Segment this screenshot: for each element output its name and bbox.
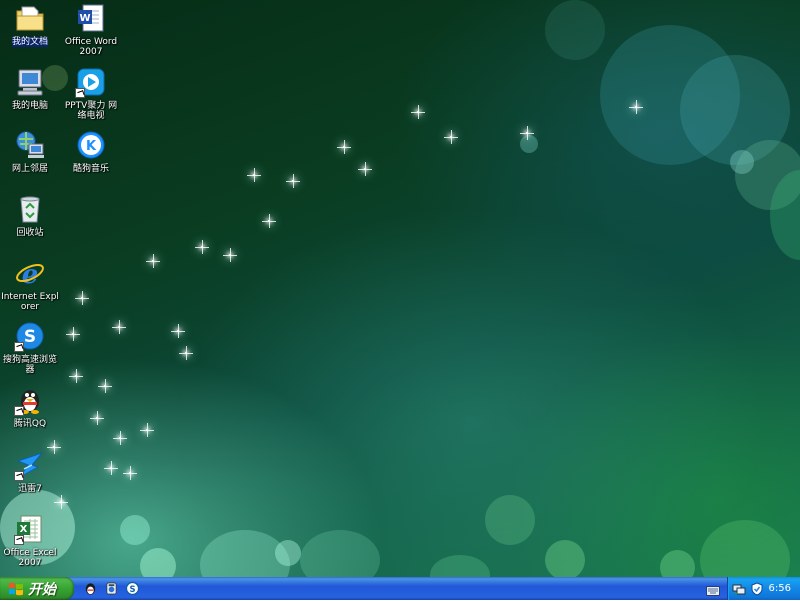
desktop-icon-sogou-browser[interactable]: S 搜狗高速浏览器 — [0, 320, 60, 375]
sparkle — [171, 324, 185, 338]
excel-icon: X — [14, 513, 46, 545]
shortcut-arrow-icon — [14, 406, 24, 416]
qq-icon — [14, 384, 46, 416]
desktop-icon-my-computer[interactable]: 我的电脑 — [0, 66, 60, 111]
sparkle — [195, 240, 209, 254]
wallpaper-bokeh — [545, 540, 585, 577]
windows-logo-icon — [9, 582, 23, 595]
desktop-icon-xunlei[interactable]: 迅雷7 — [0, 449, 60, 494]
sparkle — [98, 379, 112, 393]
sparkle — [262, 214, 276, 228]
sparkle — [123, 466, 137, 480]
sparkle — [179, 346, 193, 360]
desktop-icon-network-places[interactable]: 网上邻居 — [0, 129, 60, 174]
desktop-icon-label: 酷狗音乐 — [72, 164, 109, 174]
wallpaper-bokeh — [140, 548, 176, 577]
desktop-icon-excel[interactable]: X Office Excel 2007 — [0, 513, 60, 568]
desktop-icon-label: 迅雷7 — [18, 484, 42, 494]
desktop-icon-label: Internet Explorer — [1, 292, 59, 312]
sparkle — [337, 140, 351, 154]
desktop-icon-qq[interactable]: 腾讯QQ — [0, 384, 60, 429]
wallpaper-bokeh — [700, 520, 790, 577]
clock[interactable]: 6:56 — [769, 583, 791, 594]
wallpaper-bokeh — [430, 555, 490, 577]
svg-text:S: S — [129, 584, 135, 594]
sparkle — [54, 495, 68, 509]
desktop-icon-label: Office Excel 2007 — [3, 548, 57, 568]
sparkle — [75, 291, 89, 305]
desktop-icon-recycle-bin[interactable]: 回收站 — [0, 193, 60, 238]
quicklaunch-sogou-browser-icon[interactable]: S — [124, 580, 141, 597]
sparkle — [444, 130, 458, 144]
shortcut-arrow-icon — [75, 88, 85, 98]
desktop-icon-my-documents[interactable]: 我的文档 — [0, 2, 60, 47]
sparkle — [286, 174, 300, 188]
wallpaper-bokeh — [120, 515, 150, 545]
sparkle — [66, 327, 80, 341]
recycle-bin-icon — [14, 193, 46, 225]
xunlei-icon — [14, 449, 46, 481]
sparkle — [223, 248, 237, 262]
my-computer-icon — [14, 66, 46, 98]
sparkle — [112, 320, 126, 334]
desktop-icon-label: 回收站 — [16, 228, 44, 238]
sparkle — [69, 369, 83, 383]
desktop-icon-label: 网上邻居 — [11, 164, 48, 174]
sparkle — [247, 168, 261, 182]
sparkle — [146, 254, 160, 268]
sparkle — [629, 100, 643, 114]
sparkle — [104, 461, 118, 475]
keyboard-indicator-icon[interactable] — [706, 582, 720, 596]
quicklaunch-media-player-icon[interactable] — [103, 580, 120, 597]
wallpaper-bokeh — [300, 530, 380, 577]
sparkle — [411, 105, 425, 119]
svg-text:S: S — [24, 327, 36, 347]
desktop-icon-word[interactable]: W Office Word 2007 — [61, 2, 121, 57]
word-icon: W — [75, 2, 107, 34]
sparkle — [140, 423, 154, 437]
kugou-icon: K — [75, 129, 107, 161]
system-tray: 6:56 — [727, 577, 800, 600]
desktop-icon-label: PPTV聚力 网络电视 — [64, 101, 118, 121]
wallpaper-bokeh — [520, 135, 538, 153]
sparkle — [358, 162, 372, 176]
sparkle — [47, 440, 61, 454]
quicklaunch-qq-icon[interactable] — [82, 580, 99, 597]
my-documents-icon — [14, 2, 46, 34]
shortcut-arrow-icon — [14, 342, 24, 352]
desktop-icon-kugou[interactable]: K 酷狗音乐 — [61, 129, 121, 174]
wallpaper-bokeh — [485, 495, 535, 545]
wallpaper-bokeh — [275, 540, 301, 566]
start-button[interactable]: 开始 — [0, 577, 74, 600]
network-icon[interactable] — [732, 582, 746, 596]
network-places-icon — [14, 129, 46, 161]
desktop-icon-label: 我的电脑 — [11, 101, 48, 111]
desktop-icon-internet-explorer[interactable]: e Internet Explorer — [0, 257, 60, 312]
wallpaper-bokeh — [545, 0, 605, 60]
ie-icon: e — [14, 257, 46, 289]
desktop-icon-label: 腾讯QQ — [13, 419, 47, 429]
shortcut-arrow-icon — [14, 471, 24, 481]
sparkle — [520, 126, 534, 140]
start-label: 开始 — [28, 581, 56, 598]
desktop-icon-pptv[interactable]: PPTV聚力 网络电视 — [61, 66, 121, 121]
shortcut-arrow-icon — [14, 535, 24, 545]
desktop[interactable]: 我的文档 我的电脑 网上邻居 回收站 e Internet Explorer S… — [0, 0, 800, 577]
svg-text:X: X — [20, 524, 28, 535]
sparkle — [90, 411, 104, 425]
sparkle — [113, 431, 127, 445]
desktop-icon-label: Office Word 2007 — [64, 37, 118, 57]
quick-launch-bar: S — [82, 580, 141, 597]
wallpaper-bokeh — [730, 150, 754, 174]
svg-text:W: W — [79, 13, 90, 24]
taskbar: 开始 S 6:56 — [0, 577, 800, 600]
security-shield-icon[interactable] — [750, 581, 764, 596]
desktop-icon-label: 我的文档 — [11, 37, 48, 47]
svg-text:K: K — [86, 139, 97, 154]
pptv-icon — [75, 66, 107, 98]
desktop-icon-label: 搜狗高速浏览器 — [2, 355, 57, 375]
sogou-browser-icon: S — [14, 320, 46, 352]
wallpaper-bokeh — [660, 550, 695, 577]
